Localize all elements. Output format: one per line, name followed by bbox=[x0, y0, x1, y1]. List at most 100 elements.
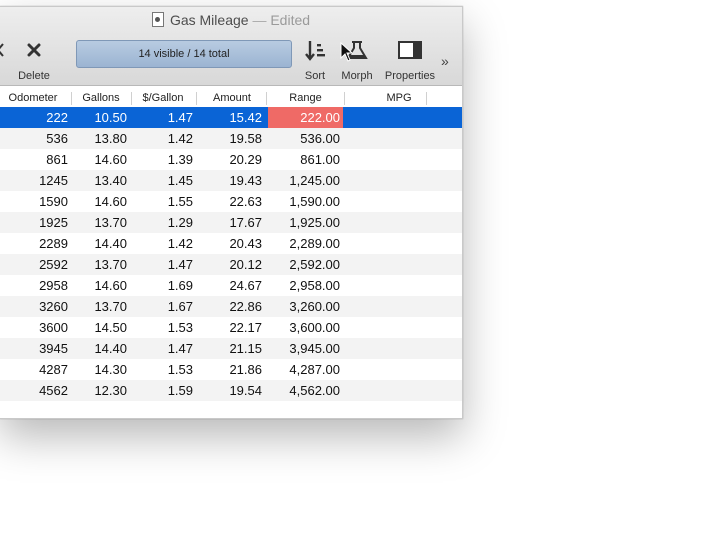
cell-gallons[interactable]: 14.60 bbox=[94, 152, 127, 167]
cell-range[interactable]: 3,600.00 bbox=[289, 320, 340, 335]
cell-price[interactable]: 1.55 bbox=[168, 194, 193, 209]
cell-price[interactable]: 1.59 bbox=[168, 383, 193, 398]
cell-odometer[interactable]: 1590 bbox=[39, 194, 68, 209]
cell-price[interactable]: 1.42 bbox=[168, 131, 193, 146]
cell-amount[interactable]: 24.67 bbox=[229, 278, 262, 293]
cell-odometer[interactable]: 4287 bbox=[39, 362, 68, 377]
table-row[interactable]: 3945 14.40 1.47 21.15 3,945.00 bbox=[0, 338, 462, 359]
cell-range[interactable]: 1,925.00 bbox=[289, 215, 340, 230]
cell-gallons[interactable]: 13.40 bbox=[94, 173, 127, 188]
delete-button[interactable]: Delete bbox=[14, 37, 54, 82]
cell-range[interactable]: 536.00 bbox=[300, 131, 340, 146]
cell-price[interactable]: 1.47 bbox=[168, 110, 193, 125]
cell-odometer[interactable]: 536 bbox=[46, 131, 68, 146]
window-title-text: Gas Mileage bbox=[169, 12, 249, 28]
table-row[interactable]: 1925 13.70 1.29 17.67 1,925.00 bbox=[0, 212, 462, 233]
cell-price[interactable]: 1.45 bbox=[168, 173, 193, 188]
table-row[interactable]: 536 13.80 1.42 19.58 536.00 bbox=[0, 128, 462, 149]
cell-range[interactable]: 222.00 bbox=[300, 110, 340, 125]
cell-gallons[interactable]: 13.70 bbox=[94, 299, 127, 314]
cell-amount[interactable]: 22.63 bbox=[229, 194, 262, 209]
cell-amount[interactable]: 21.15 bbox=[229, 341, 262, 356]
cell-amount[interactable]: 19.54 bbox=[229, 383, 262, 398]
column-divider[interactable] bbox=[426, 92, 427, 105]
table-row[interactable]: 3260 13.70 1.67 22.86 3,260.00 bbox=[0, 296, 462, 317]
cell-odometer[interactable]: 861 bbox=[46, 152, 68, 167]
cell-range[interactable]: 1,590.00 bbox=[289, 194, 340, 209]
table-row[interactable]: 2592 13.70 1.47 20.12 2,592.00 bbox=[0, 254, 462, 275]
col-header-odometer[interactable]: Odometer bbox=[0, 92, 66, 104]
col-header-amount[interactable]: Amount bbox=[197, 92, 267, 104]
cell-amount[interactable]: 17.67 bbox=[229, 215, 262, 230]
col-header-price[interactable]: $/Gallon bbox=[132, 92, 194, 104]
cell-amount[interactable]: 20.29 bbox=[229, 152, 262, 167]
cell-range[interactable]: 4,287.00 bbox=[289, 362, 340, 377]
cell-gallons[interactable]: 14.40 bbox=[94, 236, 127, 251]
cell-range[interactable]: 3,260.00 bbox=[289, 299, 340, 314]
cell-range[interactable]: 2,592.00 bbox=[289, 257, 340, 272]
cell-odometer[interactable]: 3600 bbox=[39, 320, 68, 335]
delete-x-icon bbox=[14, 37, 54, 63]
cell-amount[interactable]: 20.43 bbox=[229, 236, 262, 251]
cell-amount[interactable]: 15.42 bbox=[229, 110, 262, 125]
cell-gallons[interactable]: 12.30 bbox=[94, 383, 127, 398]
cell-odometer[interactable]: 2592 bbox=[39, 257, 68, 272]
cell-odometer[interactable]: 1245 bbox=[39, 173, 68, 188]
sort-button[interactable]: Sort bbox=[298, 37, 332, 82]
table-row[interactable]: 2289 14.40 1.42 20.43 2,289.00 bbox=[0, 233, 462, 254]
cell-gallons[interactable]: 14.50 bbox=[94, 320, 127, 335]
cell-price[interactable]: 1.67 bbox=[168, 299, 193, 314]
table-row[interactable]: 1590 14.60 1.55 22.63 1,590.00 bbox=[0, 191, 462, 212]
cell-amount[interactable]: 19.58 bbox=[229, 131, 262, 146]
cell-amount[interactable]: 19.43 bbox=[229, 173, 262, 188]
cell-price[interactable]: 1.42 bbox=[168, 236, 193, 251]
window-title: Gas Mileage — Edited bbox=[0, 12, 462, 28]
col-header-gallons[interactable]: Gallons bbox=[72, 92, 130, 104]
cut-tool[interactable]: rt bbox=[0, 37, 10, 82]
cell-price[interactable]: 1.69 bbox=[168, 278, 193, 293]
table-row[interactable]: 861 14.60 1.39 20.29 861.00 bbox=[0, 149, 462, 170]
toolbar-overflow-chevron-icon[interactable]: » bbox=[441, 53, 449, 69]
cell-amount[interactable]: 20.12 bbox=[229, 257, 262, 272]
cell-price[interactable]: 1.47 bbox=[168, 341, 193, 356]
properties-button[interactable]: Properties bbox=[380, 37, 440, 82]
table-row[interactable]: 4287 14.30 1.53 21.86 4,287.00 bbox=[0, 359, 462, 380]
col-header-mpg[interactable]: MPG bbox=[345, 92, 453, 104]
cell-gallons[interactable]: 14.60 bbox=[94, 278, 127, 293]
cell-range[interactable]: 3,945.00 bbox=[289, 341, 340, 356]
cell-odometer[interactable]: 2958 bbox=[39, 278, 68, 293]
cell-price[interactable]: 1.47 bbox=[168, 257, 193, 272]
cell-gallons[interactable]: 13.70 bbox=[94, 257, 127, 272]
col-header-range[interactable]: Range bbox=[267, 92, 344, 104]
cell-gallons[interactable]: 14.30 bbox=[94, 362, 127, 377]
filter-status-field[interactable]: 14 visible / 14 total bbox=[76, 40, 292, 68]
cell-odometer[interactable]: 3260 bbox=[39, 299, 68, 314]
cell-range[interactable]: 2,289.00 bbox=[289, 236, 340, 251]
cell-gallons[interactable]: 14.40 bbox=[94, 341, 127, 356]
cell-gallons[interactable]: 10.50 bbox=[94, 110, 127, 125]
cell-odometer[interactable]: 1925 bbox=[39, 215, 68, 230]
cell-amount[interactable]: 21.86 bbox=[229, 362, 262, 377]
table-row[interactable]: 222 10.50 1.47 15.42 222.00 bbox=[0, 107, 462, 128]
cell-odometer[interactable]: 222 bbox=[46, 110, 68, 125]
cell-range[interactable]: 4,562.00 bbox=[289, 383, 340, 398]
cell-price[interactable]: 1.53 bbox=[168, 362, 193, 377]
cell-odometer[interactable]: 4562 bbox=[39, 383, 68, 398]
cell-range[interactable]: 861.00 bbox=[300, 152, 340, 167]
table-row[interactable]: 4562 12.30 1.59 19.54 4,562.00 bbox=[0, 380, 462, 401]
cell-odometer[interactable]: 2289 bbox=[39, 236, 68, 251]
cell-amount[interactable]: 22.86 bbox=[229, 299, 262, 314]
cell-price[interactable]: 1.29 bbox=[168, 215, 193, 230]
cell-gallons[interactable]: 14.60 bbox=[94, 194, 127, 209]
cell-range[interactable]: 2,958.00 bbox=[289, 278, 340, 293]
table-row[interactable]: 1245 13.40 1.45 19.43 1,245.00 bbox=[0, 170, 462, 191]
table-row[interactable]: 3600 14.50 1.53 22.17 3,600.00 bbox=[0, 317, 462, 338]
cell-price[interactable]: 1.53 bbox=[168, 320, 193, 335]
cell-odometer[interactable]: 3945 bbox=[39, 341, 68, 356]
cell-gallons[interactable]: 13.80 bbox=[94, 131, 127, 146]
cell-gallons[interactable]: 13.70 bbox=[94, 215, 127, 230]
cell-price[interactable]: 1.39 bbox=[168, 152, 193, 167]
table-row[interactable]: 2958 14.60 1.69 24.67 2,958.00 bbox=[0, 275, 462, 296]
cell-amount[interactable]: 22.17 bbox=[229, 320, 262, 335]
cell-range[interactable]: 1,245.00 bbox=[289, 173, 340, 188]
